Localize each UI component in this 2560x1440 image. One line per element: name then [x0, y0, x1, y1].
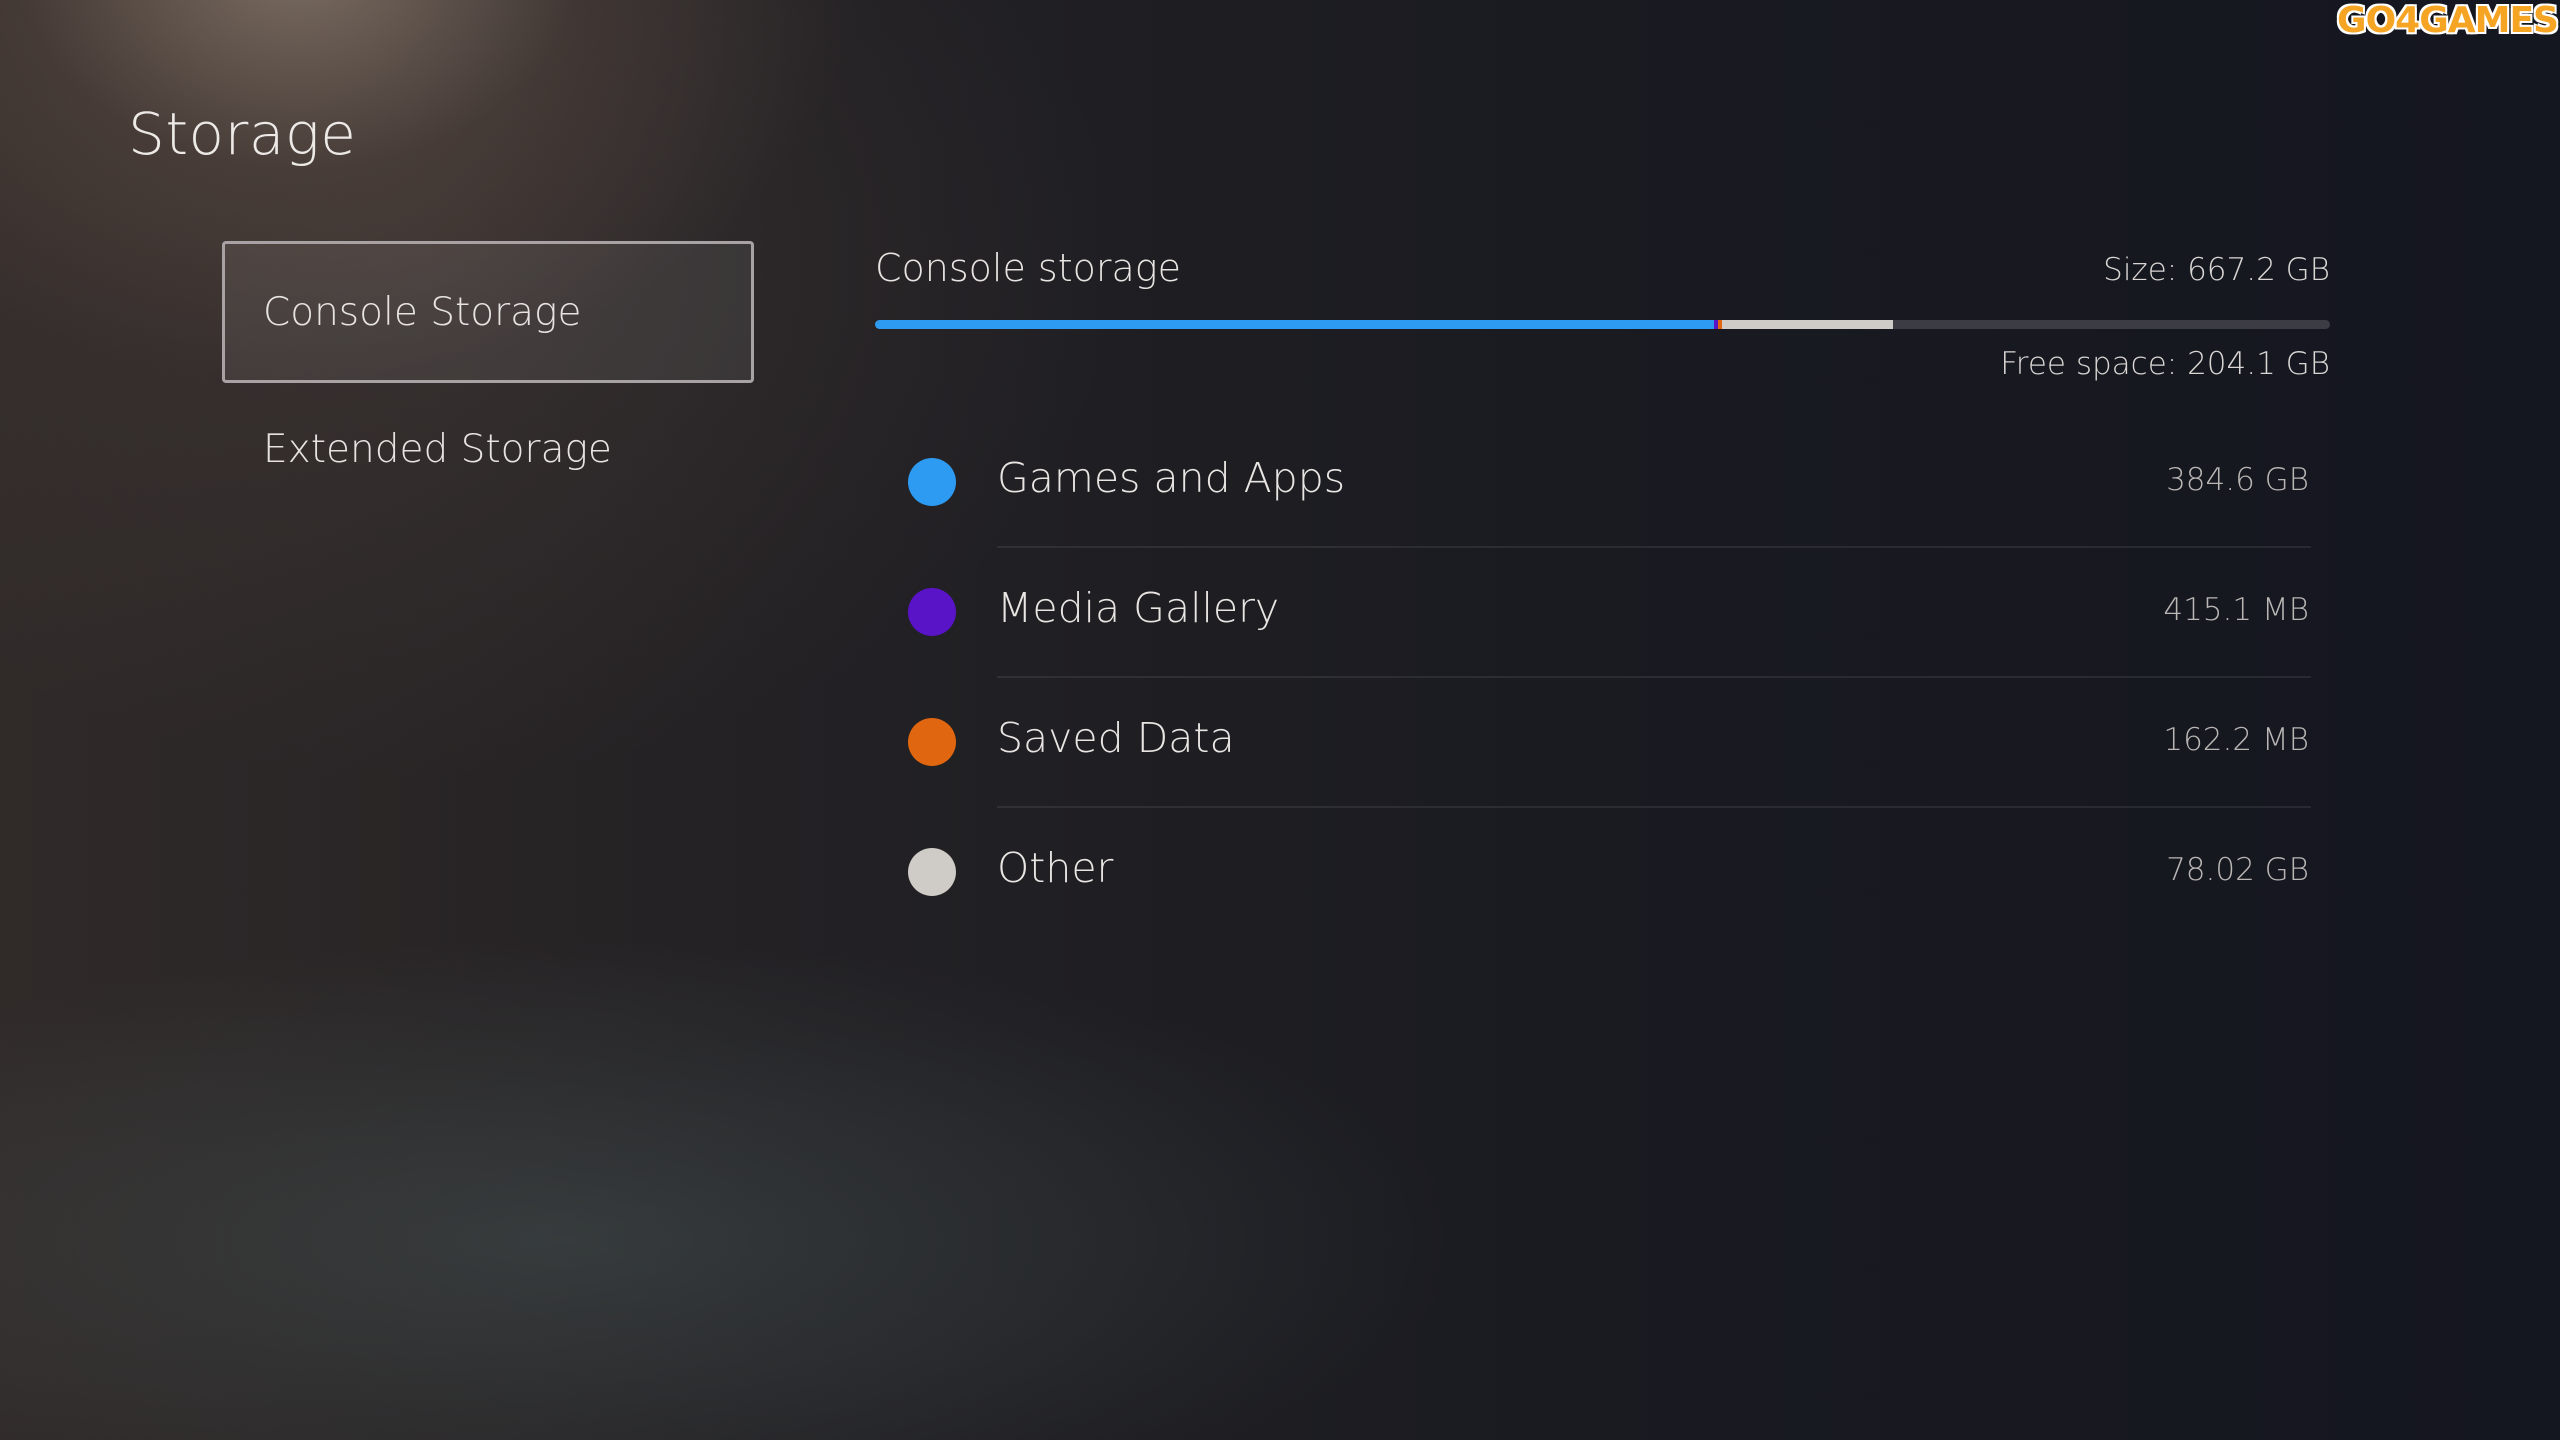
storage-title: Console storage	[875, 246, 1181, 290]
storage-size: Size: 667.2 GB	[2103, 252, 2330, 288]
sidebar-item-label: Extended Storage	[263, 426, 612, 472]
usage-bar-segment-games-and-apps	[875, 320, 1714, 329]
category-label: Saved Data	[997, 714, 1235, 762]
category-size: 384.6 GB	[2166, 462, 2309, 498]
category-row-games-and-apps[interactable]: Games and Apps 384.6 GB	[875, 418, 2311, 548]
category-size: 78.02 GB	[2166, 852, 2309, 888]
storage-header: Console storage Size: 667.2 GB	[875, 246, 2330, 306]
category-list: Games and Apps 384.6 GB Media Gallery 41…	[875, 418, 2311, 938]
category-size: 415.1 MB	[2163, 592, 2309, 628]
sidebar-item-console-storage[interactable]: Console Storage	[222, 241, 754, 383]
sidebar-item-label: Console Storage	[263, 289, 582, 335]
category-size: 162.2 MB	[2163, 722, 2309, 758]
category-label: Other	[997, 844, 1114, 892]
category-color-dot	[908, 458, 956, 506]
category-color-dot	[908, 718, 956, 766]
category-row-saved-data[interactable]: Saved Data 162.2 MB	[875, 678, 2311, 808]
category-label: Games and Apps	[997, 454, 1346, 502]
free-space: Free space: 204.1 GB	[2000, 346, 2330, 382]
category-row-media-gallery[interactable]: Media Gallery 415.1 MB	[875, 548, 2311, 678]
category-row-other[interactable]: Other 78.02 GB	[875, 808, 2311, 938]
storage-usage-bar	[875, 320, 2330, 329]
page-title: Storage	[128, 100, 357, 168]
category-color-dot	[908, 588, 956, 636]
category-label: Media Gallery	[997, 584, 1280, 632]
watermark-logo: GO4GAMES	[2337, 0, 2559, 41]
sidebar-item-extended-storage[interactable]: Extended Storage	[222, 378, 754, 520]
category-color-dot	[908, 848, 956, 896]
usage-bar-segment-other	[1722, 320, 1893, 329]
